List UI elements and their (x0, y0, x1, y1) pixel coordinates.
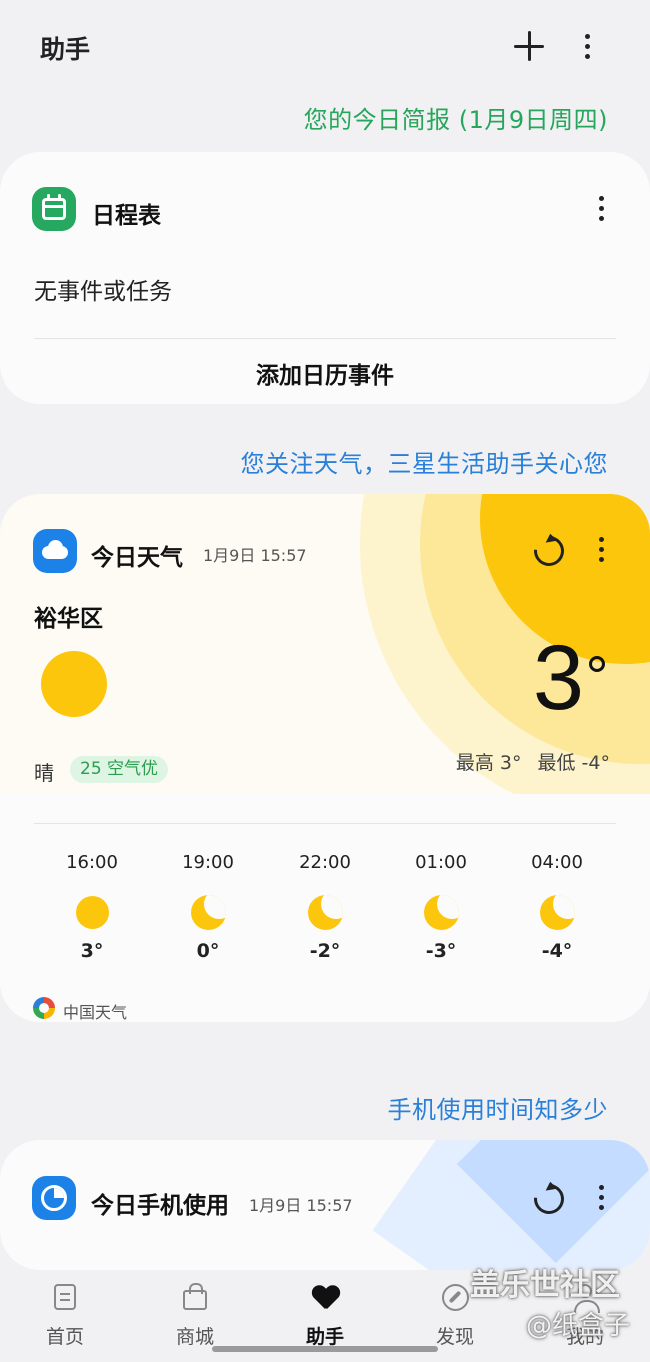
schedule-empty-text: 无事件或任务 (34, 279, 172, 305)
weather-intro-link[interactable]: 您关注天气，三星生活助手关心您 (241, 444, 609, 479)
nav-label: 商城 (175, 1326, 214, 1348)
hour-time: 01:00 (415, 852, 467, 873)
weather-condition: 晴 (34, 761, 54, 785)
weather-more-icon[interactable] (592, 533, 612, 567)
hourly-forecast-item: 04:00 -4° (502, 852, 612, 962)
page-title: 助手 (40, 35, 91, 64)
pie-chart-icon (32, 1176, 76, 1220)
high-temperature: 最高 3° (455, 752, 522, 774)
weather-source: 中国天气 (63, 1003, 128, 1022)
nav-label: 助手 (305, 1326, 344, 1348)
nav-label: 首页 (45, 1326, 84, 1348)
china-weather-logo-icon (33, 997, 55, 1019)
nav-item-home[interactable]: 首页 (15, 1282, 115, 1349)
home-icon (50, 1282, 80, 1312)
watermark-community: 盖乐世社区 (470, 1268, 620, 1303)
location-name: 裕华区 (34, 606, 103, 632)
hour-temperature: -4° (541, 940, 573, 962)
hourly-forecast-item: 16:00 3° (37, 852, 147, 962)
moon-icon (537, 892, 577, 932)
hour-temperature: -2° (309, 940, 341, 962)
hour-time: 19:00 (182, 852, 234, 873)
sun-icon (41, 651, 107, 717)
cloud-icon (33, 529, 77, 573)
watermark-author: @纸盒子 (526, 1311, 631, 1341)
divider (34, 823, 616, 824)
divider (34, 338, 616, 339)
weather-title: 今日天气 (91, 545, 183, 571)
hourly-forecast-item: 01:00 -3° (386, 852, 496, 962)
hourly-forecast-item: 19:00 0° (153, 852, 263, 962)
schedule-title: 日程表 (92, 203, 161, 229)
top-bar: 助手 (0, 0, 650, 96)
compass-icon (440, 1282, 470, 1312)
calendar-icon (32, 187, 76, 231)
sun-icon (72, 892, 112, 932)
more-vertical-icon[interactable] (578, 30, 598, 64)
add-calendar-event-button[interactable]: 添加日历事件 (0, 356, 650, 390)
plus-icon[interactable] (510, 26, 550, 66)
nav-item-mall[interactable]: 商城 (145, 1282, 245, 1349)
moon-icon (188, 892, 228, 932)
home-indicator[interactable] (212, 1346, 438, 1352)
schedule-more-icon[interactable] (592, 192, 612, 226)
hour-time: 04:00 (531, 852, 583, 873)
hour-temperature: 0° (196, 940, 220, 962)
current-temperature: 3 (532, 627, 584, 729)
moon-icon (305, 892, 345, 932)
usage-updated-time: 1月9日 15:57 (249, 1196, 353, 1215)
briefing-date: 您的今日简报 (1月9日周四) (303, 106, 608, 134)
heart-icon (310, 1282, 340, 1312)
hour-temperature: 3° (80, 940, 104, 962)
high-low-temperature: 最高 3° 最低 -4° (440, 748, 610, 775)
weather-updated-time: 1月9日 15:57 (203, 546, 307, 565)
degree-symbol (589, 656, 605, 672)
hour-temperature: -3° (425, 940, 457, 962)
shopping-bag-icon (180, 1282, 210, 1312)
hour-time: 22:00 (299, 852, 351, 873)
usage-intro-link[interactable]: 手机使用时间知多少 (388, 1090, 609, 1125)
air-quality-badge: 25 空气优 (70, 756, 169, 783)
hour-time: 16:00 (66, 852, 118, 873)
usage-more-icon[interactable] (592, 1181, 612, 1215)
hourly-forecast-item: 22:00 -2° (270, 852, 380, 962)
nav-item-assistant[interactable]: 助手 (275, 1282, 375, 1349)
nav-label: 发现 (435, 1326, 474, 1348)
low-temperature: 最低 -4° (537, 752, 610, 774)
usage-title: 今日手机使用 (91, 1193, 229, 1219)
moon-icon (421, 892, 461, 932)
